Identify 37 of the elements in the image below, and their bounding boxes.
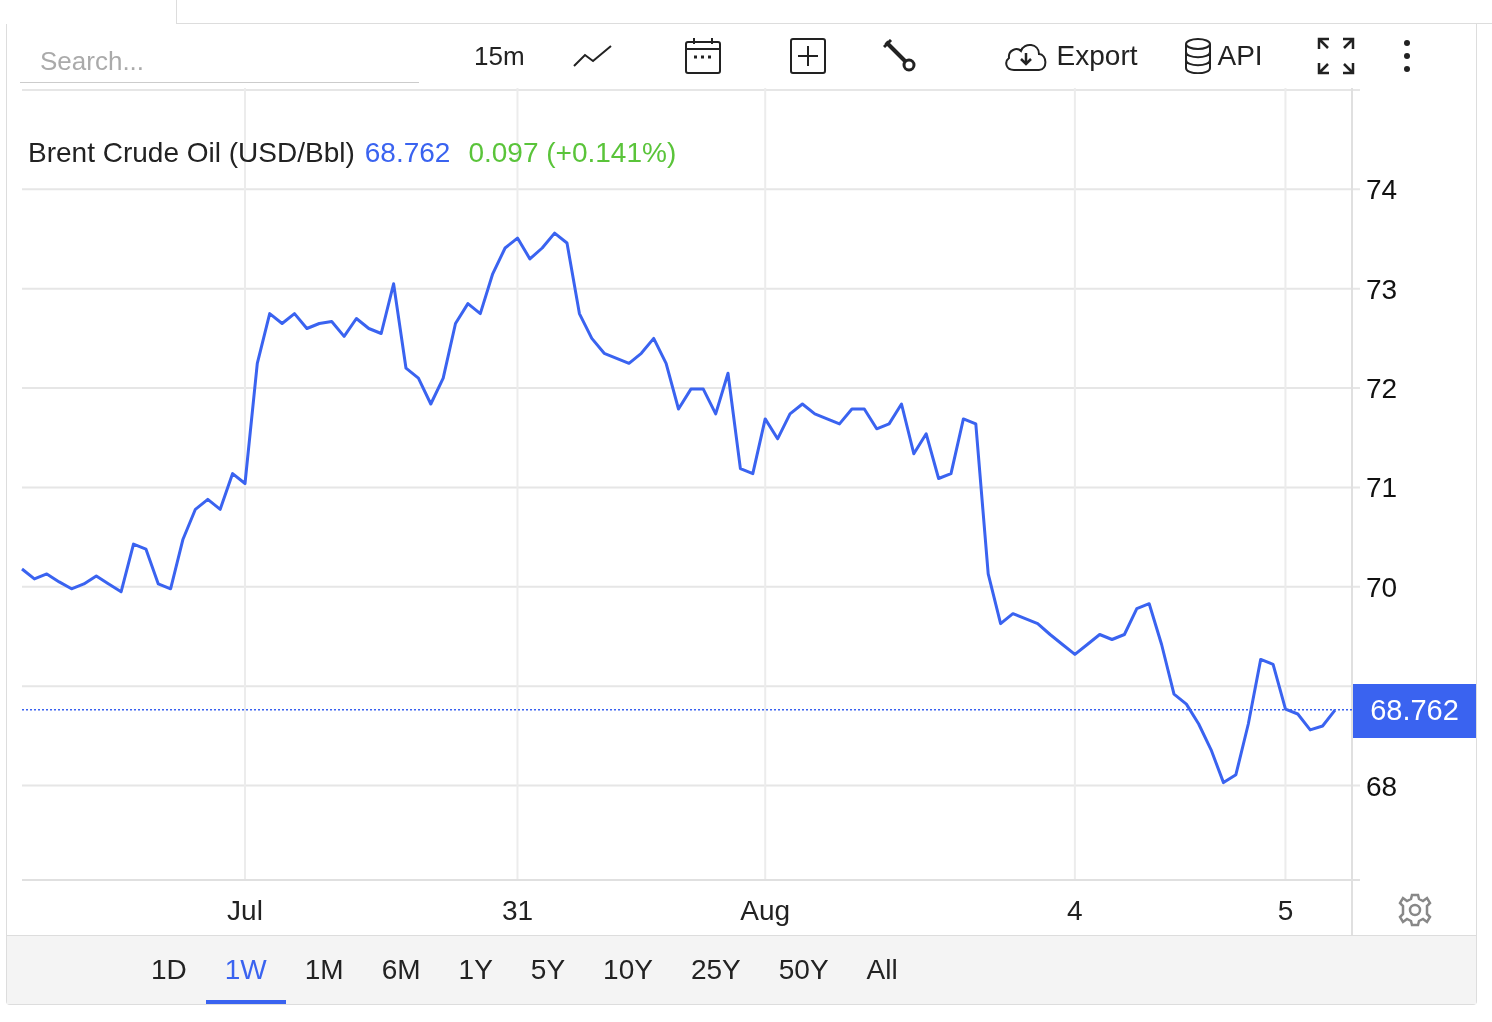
interval-button[interactable]: 15m (474, 36, 525, 76)
x-axis-label: Jul (227, 895, 263, 926)
wrench-icon[interactable] (882, 39, 917, 73)
instrument-title: Brent Crude Oil (USD/Bbl) (28, 136, 355, 170)
range-tab[interactable]: 6M (362, 936, 440, 1004)
add-icon[interactable] (789, 38, 826, 74)
calendar-icon[interactable] (684, 37, 721, 75)
export-button[interactable]: Export (1002, 35, 1138, 77)
more-icon[interactable] (1403, 40, 1410, 72)
last-price-badge: 68.762 (1353, 684, 1476, 738)
line-chart-icon[interactable] (572, 44, 613, 68)
x-axis-label: 4 (1067, 895, 1083, 926)
range-tab[interactable]: 5Y (511, 936, 585, 1004)
range-tab[interactable]: 50Y (759, 936, 848, 1004)
x-axis-label: 31 (501, 895, 534, 926)
y-axis-label: 71 (1366, 472, 1398, 504)
range-tab[interactable]: All (847, 936, 917, 1004)
x-axis-label: Aug (740, 895, 791, 926)
range-tab[interactable]: 10Y (584, 936, 672, 1004)
x-axis-label: 5 (1277, 895, 1294, 926)
y-axis-label: 68 (1366, 770, 1398, 802)
price-value: 68.762 (364, 136, 451, 170)
y-axis-label: 74 (1366, 174, 1398, 206)
range-tab[interactable]: 1W (205, 936, 286, 1004)
y-axis-label: 73 (1366, 273, 1398, 305)
api-button[interactable]: API (1183, 35, 1263, 77)
range-tab[interactable]: 1Y (439, 936, 512, 1004)
fullscreen-icon[interactable] (1316, 37, 1355, 75)
search-field[interactable]: Search... (20, 41, 419, 83)
range-tab[interactable]: 1D (132, 936, 206, 1004)
database-icon (1183, 38, 1212, 74)
y-axis-label: 70 (1366, 571, 1398, 603)
range-tab[interactable]: 1M (285, 936, 363, 1004)
price-change: 0.097 (+0.141%) (468, 136, 677, 170)
range-tab[interactable]: 25Y (671, 936, 760, 1004)
y-axis-label: 72 (1366, 373, 1398, 405)
settings-icon[interactable] (1398, 893, 1432, 927)
